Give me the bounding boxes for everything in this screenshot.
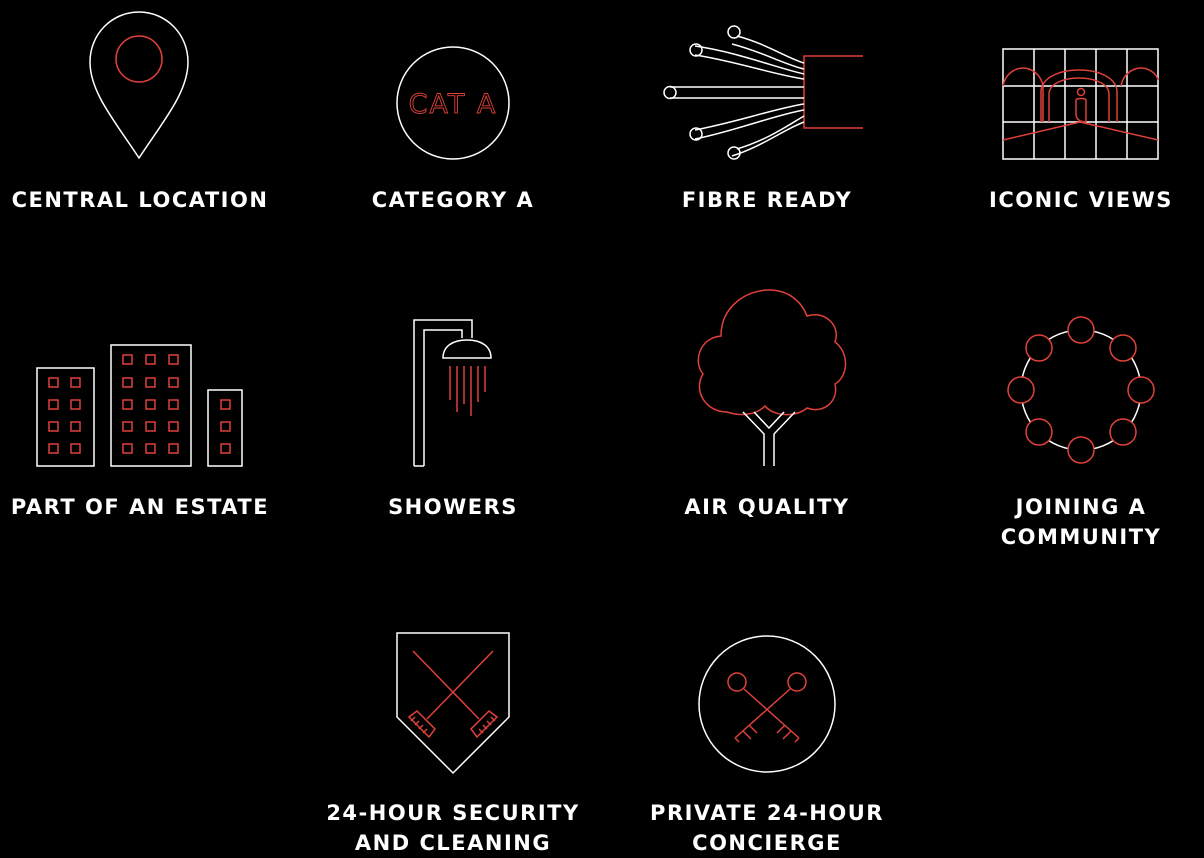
feature-iconic-views: ICONIC VIEWS bbox=[931, 0, 1204, 220]
shower-icon bbox=[303, 280, 603, 480]
shield-brooms-icon bbox=[303, 625, 603, 785]
feature-label-line-1: JOINING A bbox=[1015, 495, 1147, 519]
feature-security-and-cleaning: 24-HOUR SECURITY AND CLEANING bbox=[303, 625, 603, 857]
badge-text: CAT A bbox=[409, 89, 498, 120]
feature-label-line-2: COMMUNITY bbox=[1000, 525, 1162, 549]
feature-label: CENTRAL LOCATION bbox=[11, 188, 269, 212]
crossed-keys-icon bbox=[617, 625, 917, 785]
feature-label: SHOWERS bbox=[388, 495, 518, 519]
feature-label: ICONIC VIEWS bbox=[989, 188, 1173, 212]
feature-label-line-1: PRIVATE 24-HOUR bbox=[650, 801, 884, 825]
feature-label: PART OF AN ESTATE bbox=[10, 495, 270, 519]
community-circle-icon bbox=[931, 280, 1204, 480]
cat-a-badge-icon: CAT A bbox=[303, 0, 603, 170]
feature-fibre-ready: FIBRE READY bbox=[617, 0, 917, 220]
feature-label-line-1: 24-HOUR SECURITY bbox=[326, 801, 580, 825]
feature-category-a: CAT A CATEGORY A bbox=[303, 0, 603, 220]
feature-air-quality: AIR QUALITY bbox=[617, 280, 917, 530]
feature-label: CATEGORY A bbox=[371, 188, 535, 212]
feature-showers: SHOWERS bbox=[303, 280, 603, 530]
window-view-icon bbox=[931, 0, 1204, 170]
tree-icon bbox=[617, 280, 917, 480]
feature-label: FIBRE READY bbox=[681, 188, 853, 212]
location-pin-icon bbox=[0, 0, 290, 170]
feature-part-of-an-estate: PART OF AN ESTATE bbox=[0, 280, 290, 530]
feature-private-concierge: PRIVATE 24-HOUR CONCIERGE bbox=[617, 625, 917, 857]
feature-joining-a-community: JOINING A COMMUNITY bbox=[931, 280, 1204, 570]
feature-label-line-2: AND CLEANING bbox=[354, 831, 552, 855]
feature-label-line-2: CONCIERGE bbox=[692, 831, 842, 855]
buildings-icon bbox=[0, 280, 290, 480]
fibre-cable-icon bbox=[617, 0, 917, 170]
feature-label: AIR QUALITY bbox=[684, 495, 850, 519]
feature-central-location: CENTRAL LOCATION bbox=[0, 0, 290, 220]
